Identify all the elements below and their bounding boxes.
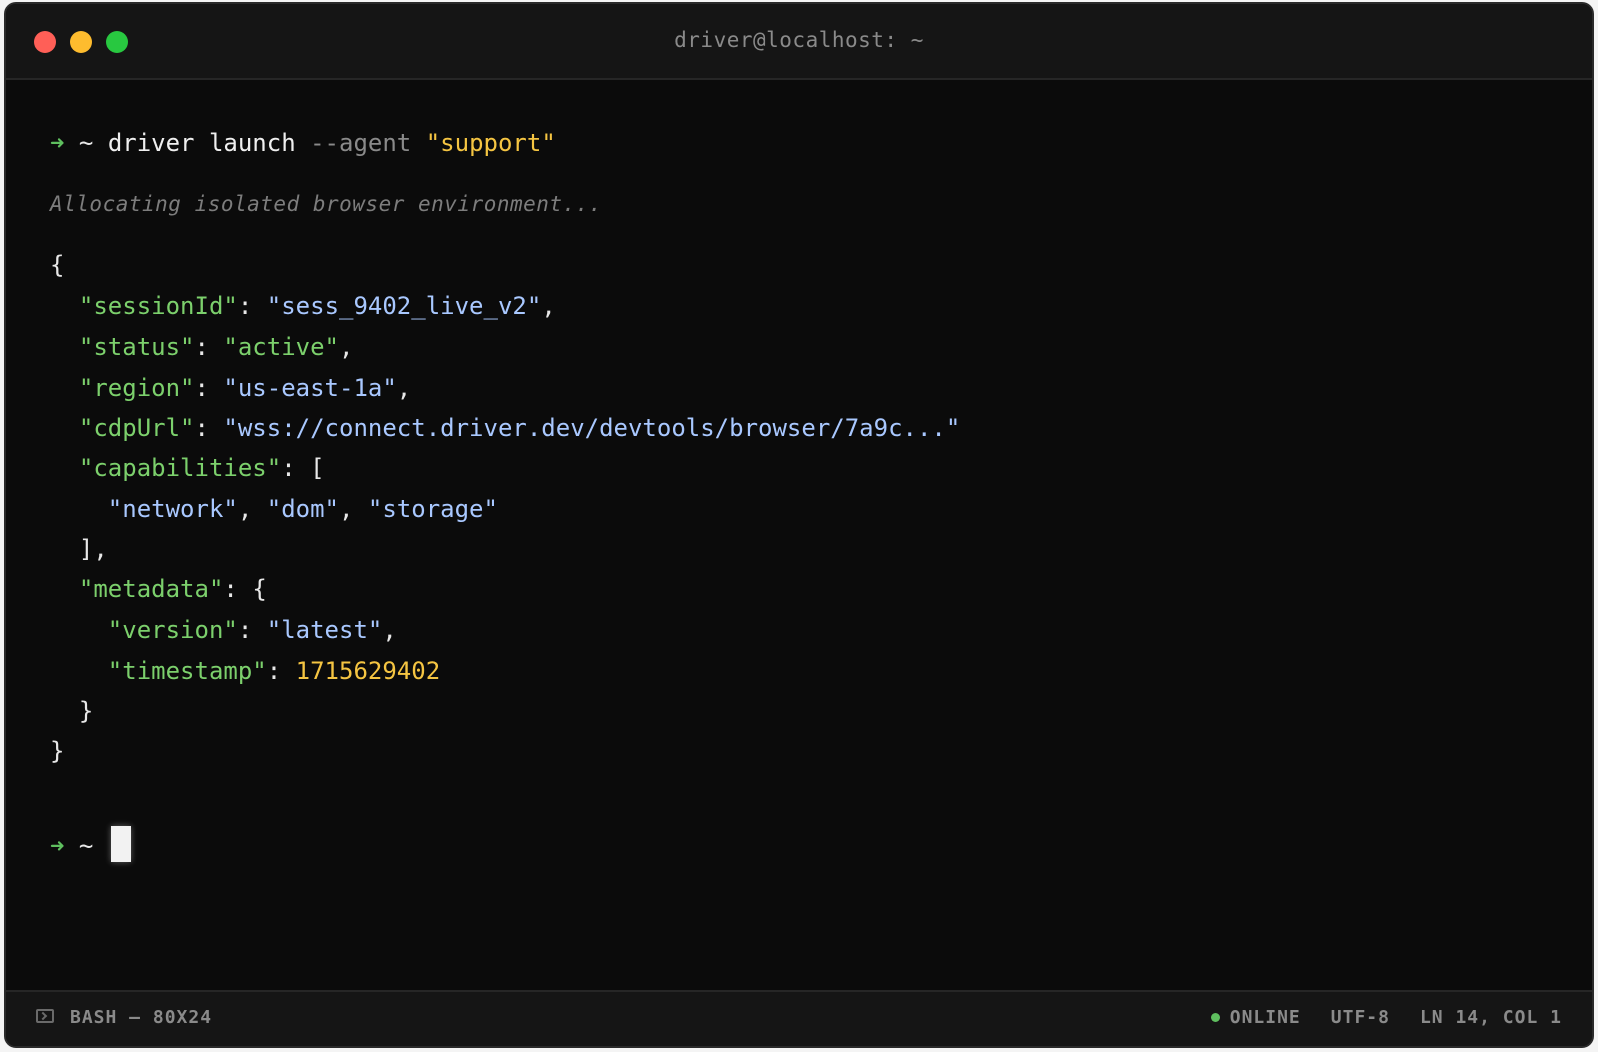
connection-status: ONLINE <box>1229 1007 1301 1028</box>
json-number-value: 1715629402 <box>295 657 441 685</box>
json-array-open: [ <box>310 454 325 482</box>
json-value: "active" <box>223 333 339 361</box>
json-object-open: { <box>252 575 267 603</box>
json-value: "us-east-1a" <box>223 374 397 402</box>
json-value: "latest" <box>266 616 383 644</box>
terminal-window: driver@localhost: ~ ➜ ~ driver launch --… <box>4 2 1594 1048</box>
json-key: "timestamp" <box>107 657 267 685</box>
command-flag: --agent <box>310 129 412 157</box>
active-prompt-line[interactable]: ➜ ~ <box>50 826 132 862</box>
json-array-item: "dom" <box>266 495 339 523</box>
title-bar: driver@localhost: ~ <box>6 4 1592 80</box>
command-text: driver launch <box>107 129 296 157</box>
command-line: ➜ ~ driver launch --agent "support" <box>50 128 556 158</box>
info-message: Allocating isolated browser environment.… <box>50 192 603 216</box>
json-value: "wss://connect.driver.dev/devtools/brows… <box>223 414 961 442</box>
json-line-version: "version": "latest", <box>107 616 397 644</box>
json-key: "status" <box>78 333 195 361</box>
prompt-directory: ~ <box>78 832 94 860</box>
json-line-cdp-url: "cdpUrl": "wss://connect.driver.dev/devt… <box>78 414 961 442</box>
json-open-brace: { <box>50 251 65 279</box>
online-status-dot-icon <box>1210 1013 1220 1022</box>
json-line-session: "sessionId": "sess_9402_live_v2", <box>78 292 556 320</box>
status-right-group: ONLINE UTF-8 LN 14, COL 1 <box>1210 1007 1562 1028</box>
prompt-directory: ~ <box>78 129 94 157</box>
json-key: "capabilities" <box>78 454 282 482</box>
json-line-region: "region": "us-east-1a", <box>78 374 412 402</box>
json-key: "version" <box>107 616 238 644</box>
json-array-close-text: ], <box>78 535 108 563</box>
json-value: "sess_9402_live_v2" <box>266 292 542 320</box>
json-key: "sessionId" <box>78 292 238 320</box>
text-cursor <box>111 826 132 862</box>
json-array-item: "network" <box>107 495 238 523</box>
json-close-brace: } <box>50 737 65 765</box>
json-line-metadata: "metadata": { <box>78 575 267 603</box>
json-line-capabilities-items: "network", "dom", "storage" <box>107 495 498 523</box>
json-object-close-text: } <box>78 697 94 725</box>
terminal-icon <box>36 1009 54 1023</box>
json-array-close: ], <box>50 534 108 564</box>
json-line-timestamp: "timestamp": 1715629402 <box>107 657 441 685</box>
json-line-status: "status": "active", <box>78 333 354 361</box>
json-key: "region" <box>78 374 195 402</box>
terminal-output[interactable]: ➜ ~ driver launch --agent "support" Allo… <box>6 80 1592 990</box>
json-line-capabilities: "capabilities": [ <box>78 454 325 482</box>
cursor-position: LN 14, COL 1 <box>1419 1007 1562 1028</box>
prompt-arrow-icon: ➜ <box>50 832 65 860</box>
prompt-arrow-icon: ➜ <box>50 129 65 157</box>
json-array-item: "storage" <box>367 495 498 523</box>
window-title: driver@localhost: ~ <box>674 28 924 52</box>
json-object-close: } <box>50 696 93 726</box>
encoding-indicator: UTF-8 <box>1330 1007 1390 1028</box>
shell-info: BASH — 80X24 <box>70 1007 213 1028</box>
status-bar: BASH — 80X24 ONLINE UTF-8 LN 14, COL 1 <box>6 990 1592 1046</box>
json-key: "cdpUrl" <box>78 414 195 442</box>
command-argument: "support" <box>425 129 556 157</box>
json-key: "metadata" <box>78 575 224 603</box>
